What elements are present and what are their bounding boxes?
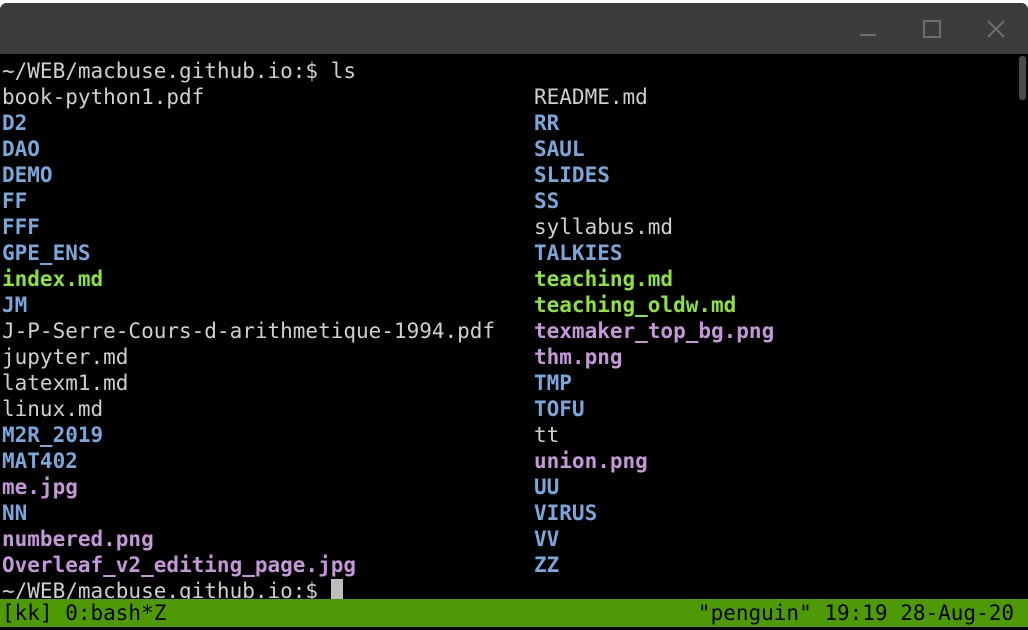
file-entry: VV [534,527,560,551]
minimize-icon [860,33,876,36]
host-time-date: "penguin" 19:19 28-Aug-20 [697,601,1014,625]
minimize-button[interactable] [838,3,898,54]
maximize-button[interactable] [902,3,962,54]
file-entry: TOFU [534,397,585,421]
file-entry: numbered.png [2,527,154,551]
file-entry: JM [2,293,28,317]
file-entry: jupyter.md [2,345,129,369]
close-button[interactable] [966,3,1026,54]
file-entry: DAO [2,137,40,161]
session-window-label[interactable]: [kk] 0:bash*Z [2,599,166,627]
file-entry: MAT402 [2,449,78,473]
file-entry: TMP [534,371,572,395]
file-entry: teaching_oldw.md [534,293,737,317]
file-entry: texmaker_top_bg.png [534,319,775,343]
maximize-icon [923,19,941,38]
file-entry: book-python1.pdf [2,85,205,109]
terminal-output[interactable]: ~/WEB/macbuse.github.io:$ ls book-python… [0,54,1016,603]
scrollbar-thumb[interactable] [1019,56,1026,100]
file-entry: latexm1.md [2,371,129,395]
file-entry: NN [2,501,28,525]
command-line: ~/WEB/macbuse.github.io:$ ls [2,59,357,83]
file-entry: README.md [534,85,648,109]
file-entry: TALKIES [534,241,623,265]
file-entry: SS [534,189,560,213]
scrollbar[interactable] [1017,54,1028,602]
file-entry: SLIDES [534,163,610,187]
file-entry: UU [534,475,560,499]
file-entry: linux.md [2,397,104,421]
file-entry: teaching.md [534,267,674,291]
file-entry: ZZ [534,553,560,577]
terminal-window: ~/WEB/macbuse.github.io:$ ls book-python… [0,3,1028,630]
file-entry: Overleaf_v2_editing_page.jpg [2,553,357,577]
file-entry: GPE_ENS [2,241,91,265]
file-entry: thm.png [534,345,623,369]
file-entry: VIRUS [534,501,598,525]
file-entry: FFF [2,215,40,239]
file-entry: J-P-Serre-Cours-d-arithmetique-1994.pdf [2,319,496,343]
file-entry: tt [534,423,560,447]
file-entry: RR [534,111,560,135]
file-entry: SAUL [534,137,585,161]
close-icon [987,19,1005,38]
file-entry: me.jpg [2,475,78,499]
file-entry: syllabus.md [534,215,674,239]
file-entry: D2 [2,111,28,135]
file-entry: index.md [2,267,104,291]
file-entry: FF [2,189,28,213]
tmux-status-bar: [kk] 0:bash*Z "penguin" 19:19 28-Aug-20 [0,599,1028,627]
file-entry: DEMO [2,163,53,187]
title-bar[interactable] [0,3,1028,54]
file-entry: M2R_2019 [2,423,104,447]
file-entry: union.png [534,449,648,473]
